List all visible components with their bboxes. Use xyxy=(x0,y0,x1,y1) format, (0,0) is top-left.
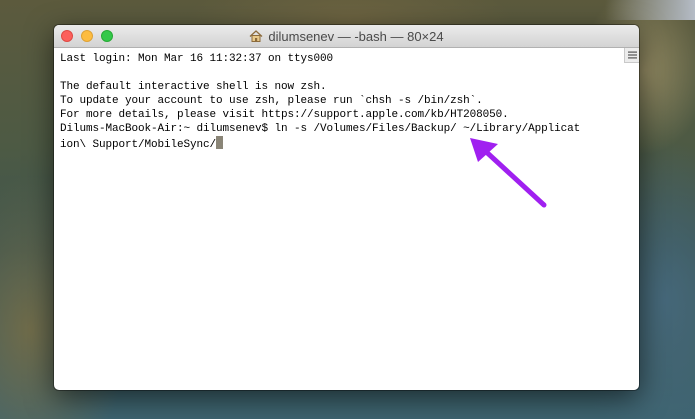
close-button[interactable] xyxy=(61,30,73,42)
terminal-line: To update your account to use zsh, pleas… xyxy=(60,95,483,107)
terminal-line: The default interactive shell is now zsh… xyxy=(60,81,327,93)
minimize-button[interactable] xyxy=(81,30,93,42)
title-bar[interactable]: dilumsenev — -bash — 80×24 xyxy=(54,25,639,48)
terminal-line: For more details, please visit https://s… xyxy=(60,109,509,121)
terminal-input-line[interactable]: ion\ Support/MobileSync/ xyxy=(60,136,623,151)
terminal-window: dilumsenev — -bash — 80×24 Last login: M… xyxy=(54,25,639,390)
text-cursor xyxy=(216,136,224,149)
maximize-button[interactable] xyxy=(101,30,113,42)
window-controls xyxy=(61,30,113,42)
terminal-line: Last login: Mon Mar 16 11:32:37 on ttys0… xyxy=(60,53,334,65)
window-title-text: dilumsenev — -bash — 80×24 xyxy=(268,28,444,44)
terminal-output[interactable]: Last login: Mon Mar 16 11:32:37 on ttys0… xyxy=(60,52,623,390)
window-title: dilumsenev — -bash — 80×24 xyxy=(249,28,444,44)
terminal-line: Dilums-MacBook-Air:~ dilumsenev$ ln -s /… xyxy=(60,123,581,135)
wallpaper-sky xyxy=(605,0,695,20)
home-icon xyxy=(249,30,263,42)
scrollback-toggle[interactable] xyxy=(624,48,639,63)
list-icon xyxy=(627,51,637,59)
command-continuation: ion\ Support/MobileSync/ xyxy=(60,139,217,151)
